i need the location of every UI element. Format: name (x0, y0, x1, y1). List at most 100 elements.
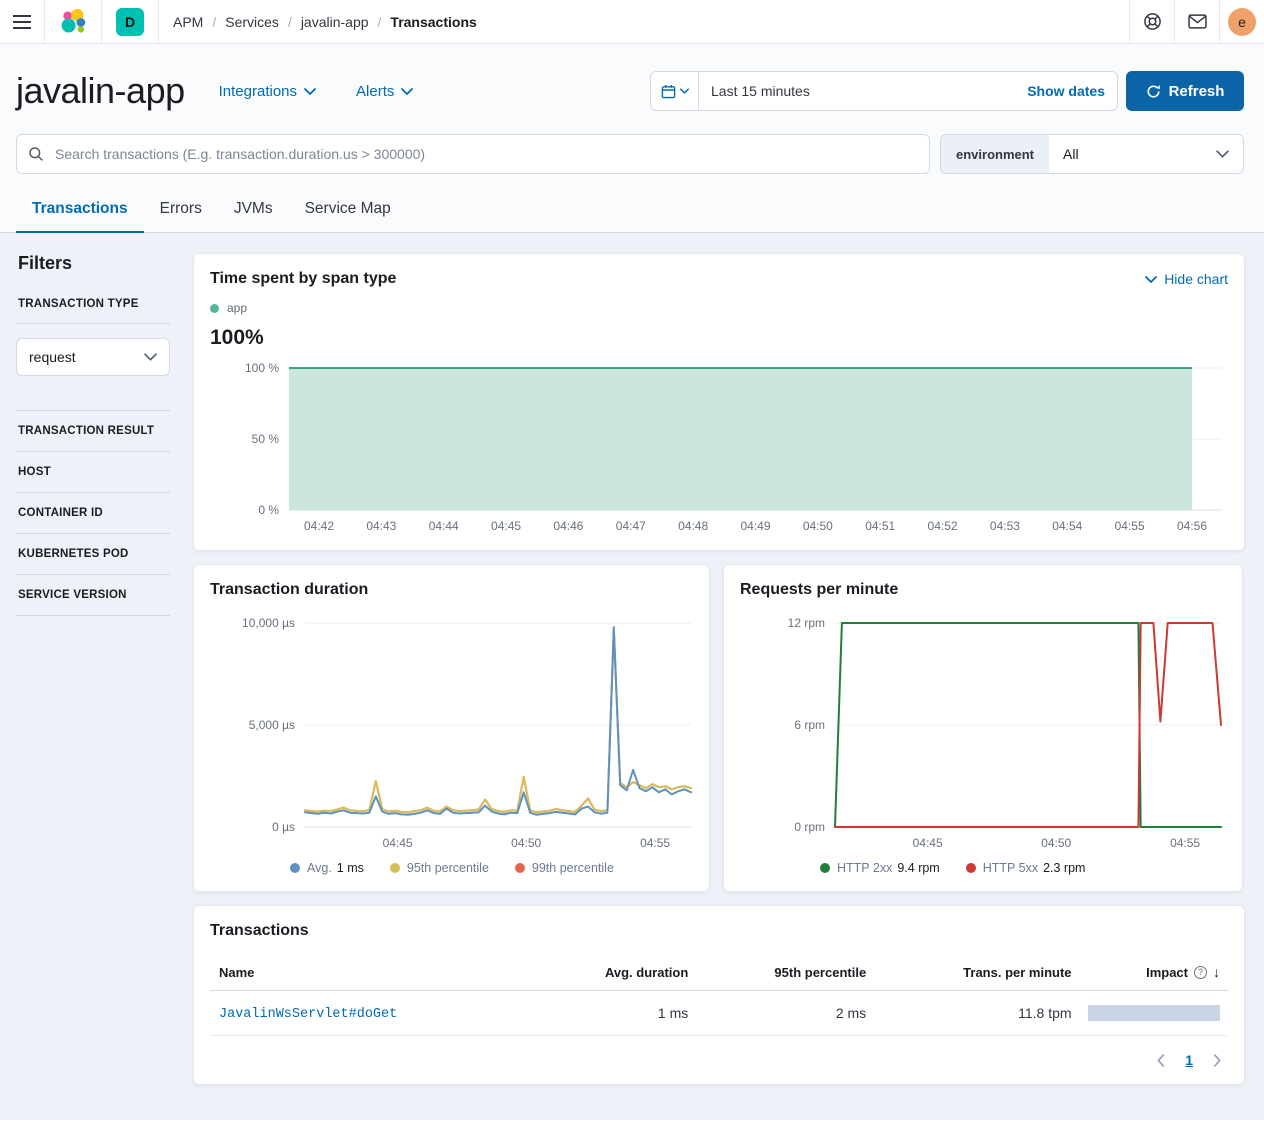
column-name[interactable]: Name (210, 954, 532, 991)
show-dates-button[interactable]: Show dates (1027, 83, 1117, 99)
svg-text:10,000 µs: 10,000 µs (242, 616, 295, 630)
chevron-down-icon (1216, 150, 1229, 158)
legend-item-99th[interactable]: 99th percentile (515, 861, 614, 875)
svg-text:5,000 µs: 5,000 µs (249, 718, 295, 732)
breadcrumb-current: Transactions (369, 14, 477, 30)
svg-text:04:52: 04:52 (928, 519, 958, 533)
mail-icon (1188, 14, 1207, 29)
service-tabs: Transactions Errors JVMs Service Map (0, 198, 1264, 233)
svg-text:6 rpm: 6 rpm (794, 718, 825, 732)
requests-per-minute-panel: Requests per minute 12 rpm6 rpm0 rpm04:4… (723, 564, 1243, 892)
svg-text:50 %: 50 % (252, 432, 280, 446)
requests-per-minute-chart[interactable]: 12 rpm6 rpm0 rpm04:4504:5004:55 (740, 609, 1225, 851)
hide-chart-label: Hide chart (1164, 271, 1228, 287)
span-type-chart[interactable]: 100 %50 %0 %04:4204:4304:4404:4504:4604:… (210, 360, 1228, 538)
svg-text:04:53: 04:53 (990, 519, 1020, 533)
facet-container-id[interactable]: CONTAINER ID (16, 493, 170, 534)
chevron-down-icon (304, 88, 316, 95)
question-circle-icon[interactable] (1194, 966, 1207, 979)
svg-text:04:43: 04:43 (366, 519, 396, 533)
integrations-label: Integrations (219, 83, 297, 100)
svg-text:04:45: 04:45 (913, 836, 943, 850)
transaction-name-link[interactable]: JavalinWsServlet#doGet (219, 1007, 397, 1022)
facet-transaction-result[interactable]: TRANSACTION RESULT (16, 411, 170, 452)
environment-value: All (1063, 146, 1079, 162)
time-range-value[interactable]: Last 15 minutes (699, 83, 810, 99)
legend-label: 95th percentile (407, 861, 489, 875)
tab-errors[interactable]: Errors (144, 198, 218, 233)
svg-text:04:47: 04:47 (616, 519, 646, 533)
content-area: Filters TRANSACTION TYPE request TRANSAC… (0, 233, 1264, 1120)
svg-text:04:55: 04:55 (1115, 519, 1145, 533)
elastic-logo[interactable] (45, 0, 101, 44)
legend-label: HTTP 5xx (983, 861, 1038, 875)
cell-95th-percentile: 2 ms (696, 991, 874, 1036)
legend-dot-avg (290, 863, 300, 873)
legend-label: Avg. (307, 861, 332, 875)
page-number[interactable]: 1 (1185, 1052, 1193, 1068)
hide-chart-button[interactable]: Hide chart (1145, 271, 1228, 287)
refresh-button[interactable]: Refresh (1126, 71, 1244, 111)
column-avg-duration[interactable]: Avg. duration (532, 954, 696, 991)
tab-jvms[interactable]: JVMs (218, 198, 289, 233)
refresh-icon (1146, 84, 1161, 99)
menu-hamburger-icon[interactable] (0, 0, 44, 44)
breadcrumb-services[interactable]: Services (203, 14, 279, 30)
svg-text:100 %: 100 % (245, 361, 279, 375)
table-row: JavalinWsServlet#doGet 1 ms 2 ms 11.8 tp… (210, 991, 1228, 1036)
facet-transaction-type-label: TRANSACTION TYPE (16, 298, 170, 324)
legend-dot-http2xx (820, 863, 830, 873)
legend-label: HTTP 2xx (837, 861, 892, 875)
legend-dot-99th (515, 863, 525, 873)
svg-text:04:50: 04:50 (803, 519, 833, 533)
breadcrumb-apm[interactable]: APM (173, 14, 203, 30)
tab-transactions[interactable]: Transactions (16, 198, 144, 233)
legend-dot-app (210, 304, 219, 313)
facet-service-version[interactable]: SERVICE VERSION (16, 575, 170, 616)
pagination: 1 (210, 1036, 1228, 1072)
span-type-title: Time spent by span type (210, 270, 396, 288)
svg-text:04:42: 04:42 (304, 519, 334, 533)
column-tpm[interactable]: Trans. per minute (874, 954, 1079, 991)
transaction-duration-chart[interactable]: 10,000 µs5,000 µs0 µs04:4504:5004:55 (210, 609, 695, 851)
duration-title: Transaction duration (210, 581, 368, 598)
quick-select-calendar-button[interactable] (651, 72, 699, 110)
column-impact[interactable]: Impact ↓ (1080, 954, 1228, 991)
alerts-menu[interactable]: Alerts (356, 83, 413, 100)
column-95th-percentile[interactable]: 95th percentile (696, 954, 874, 991)
legend-item-95th[interactable]: 95th percentile (390, 861, 489, 875)
help-button[interactable] (1130, 0, 1174, 44)
environment-select[interactable]: All (1049, 135, 1243, 173)
search-input[interactable] (16, 134, 930, 174)
transaction-duration-panel: Transaction duration 10,000 µs5,000 µs0 … (193, 564, 710, 892)
transaction-type-select[interactable]: request (16, 338, 170, 376)
facet-kubernetes-pod[interactable]: KUBERNETES POD (16, 534, 170, 575)
newsfeed-button[interactable] (1175, 0, 1219, 44)
space-switcher[interactable]: D (102, 0, 158, 44)
previous-page-button[interactable] (1156, 1054, 1165, 1067)
next-page-button[interactable] (1213, 1054, 1222, 1067)
legend-label: 99th percentile (532, 861, 614, 875)
facet-host[interactable]: HOST (16, 452, 170, 493)
legend-value: 2.3 rpm (1043, 861, 1085, 875)
span-type-legend[interactable]: app (210, 301, 1228, 315)
integrations-menu[interactable]: Integrations (219, 83, 316, 100)
span-type-current-value: 100% (210, 326, 1228, 350)
rpm-title: Requests per minute (740, 581, 898, 598)
legend-item-http5xx[interactable]: HTTP 5xx 2.3 rpm (966, 861, 1086, 875)
cell-tpm: 11.8 tpm (874, 991, 1079, 1036)
legend-item-http2xx[interactable]: HTTP 2xx 9.4 rpm (820, 861, 940, 875)
user-menu[interactable]: e (1220, 0, 1264, 44)
tab-service-map[interactable]: Service Map (289, 198, 407, 233)
page-title: javalin-app (16, 70, 185, 112)
legend-item-avg[interactable]: Avg. 1 ms (290, 861, 364, 875)
search-icon (28, 146, 44, 162)
space-badge: D (116, 8, 144, 36)
top-navigation-bar: D APM Services javalin-app Transactions … (0, 0, 1264, 44)
breadcrumb-service[interactable]: javalin-app (279, 14, 369, 30)
lifebuoy-help-icon (1143, 12, 1162, 31)
legend-dot-95th (390, 863, 400, 873)
transactions-table-title: Transactions (210, 922, 309, 939)
svg-text:04:45: 04:45 (383, 836, 413, 850)
chevron-down-icon (680, 88, 689, 94)
